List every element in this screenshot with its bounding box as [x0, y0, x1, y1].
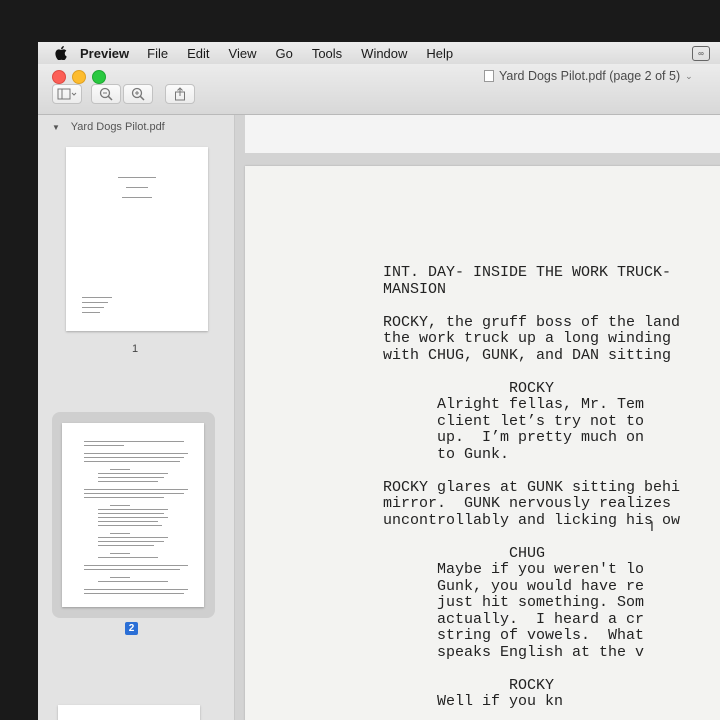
fullscreen-window-button[interactable]	[92, 70, 106, 84]
sidebar-file-header[interactable]: ▼ Yard Dogs Pilot.pdf	[52, 121, 165, 133]
script-line: up. I’m pretty much on	[383, 429, 645, 446]
menu-window[interactable]: Window	[361, 46, 407, 61]
zoom-out-button[interactable]	[91, 84, 121, 104]
disclosure-triangle-icon[interactable]: ▼	[52, 123, 60, 132]
script-line	[383, 364, 713, 381]
script-line: mirror. GUNK nervously realizes	[383, 495, 672, 512]
page-thumbnail-2[interactable]	[62, 423, 204, 607]
script-line	[383, 298, 713, 315]
script-line: ROCKY	[383, 676, 555, 694]
previous-page-bottom	[245, 115, 720, 153]
script-line: uncontrollably and licking his ow	[383, 511, 681, 529]
zoom-in-button[interactable]	[123, 84, 153, 104]
zoom-in-icon	[131, 87, 145, 101]
script-line	[383, 463, 713, 480]
script-line: string of vowels. What	[383, 627, 645, 644]
screen: Preview File Edit View Go Tools Window H…	[38, 42, 720, 720]
page-label-1: 1	[131, 343, 139, 355]
menu-go[interactable]: Go	[275, 46, 292, 61]
menu-tools[interactable]: Tools	[312, 46, 342, 61]
script-line: client let’s try not to	[383, 412, 645, 430]
creative-cloud-icon[interactable]: ∞	[692, 46, 710, 61]
sidebar-file-name: Yard Dogs Pilot.pdf	[70, 121, 165, 133]
script-text: INT. DAY- INSIDE THE WORK TRUCK- MANSION R…	[383, 265, 713, 711]
script-line	[383, 529, 713, 546]
zoom-out-icon	[99, 87, 113, 101]
share-button[interactable]	[165, 84, 195, 104]
window-title-text: Yard Dogs Pilot.pdf (page 2 of 5)	[499, 69, 681, 83]
menu-file[interactable]: File	[147, 46, 168, 61]
page-thumbnail-1[interactable]	[66, 147, 208, 331]
minimize-window-button[interactable]	[72, 70, 86, 84]
share-icon	[175, 87, 185, 101]
thumbnail-sidebar: ▼ Yard Dogs Pilot.pdf 1 2	[38, 115, 235, 720]
pdf-document-icon	[484, 70, 494, 82]
menu-app-preview[interactable]: Preview	[80, 46, 129, 61]
script-line: actually. I heard a cr	[383, 610, 645, 628]
script-line: Maybe if you weren't lo	[383, 561, 645, 578]
script-line: MANSION	[383, 280, 447, 298]
script-line: speaks English at the v	[383, 643, 645, 661]
sidebar-icon	[57, 88, 77, 100]
script-line: just hit something. Som	[383, 594, 645, 611]
menu-view[interactable]: View	[229, 46, 257, 61]
window-title[interactable]: Yard Dogs Pilot.pdf (page 2 of 5) ⌄	[484, 69, 693, 83]
chevron-down-icon: ⌄	[685, 70, 693, 81]
script-line: ROCKY glares at GUNK sitting behi	[383, 478, 681, 496]
close-window-button[interactable]	[52, 70, 66, 84]
script-line: INT. DAY- INSIDE THE WORK TRUCK-	[383, 265, 672, 281]
document-view[interactable]: INT. DAY- INSIDE THE WORK TRUCK- MANSION R…	[235, 115, 720, 720]
script-line	[383, 661, 713, 678]
page-thumbnail-3[interactable]	[58, 705, 200, 720]
text-cursor-icon: I	[650, 518, 654, 534]
apple-icon[interactable]	[54, 46, 68, 60]
window-controls	[52, 70, 106, 84]
menu-bar: Preview File Edit View Go Tools Window H…	[38, 42, 720, 64]
script-line: ROCKY	[383, 379, 555, 397]
script-line: CHUG	[383, 544, 546, 562]
script-line: Well if you kn	[383, 693, 564, 710]
menu-edit[interactable]: Edit	[187, 46, 209, 61]
script-line: the work truck up a long winding	[383, 330, 672, 347]
script-line: with CHUG, GUNK, and DAN sitting	[383, 346, 672, 364]
script-line: Gunk, you would have re	[383, 577, 645, 595]
script-line: Alright fellas, Mr. Tem	[383, 396, 645, 413]
script-line: ROCKY, the gruff boss of the land	[383, 313, 681, 331]
menu-help[interactable]: Help	[426, 46, 453, 61]
script-line: to Gunk.	[383, 445, 510, 463]
sidebar-toggle-button[interactable]	[52, 84, 82, 104]
page-label-2: 2	[125, 622, 138, 635]
